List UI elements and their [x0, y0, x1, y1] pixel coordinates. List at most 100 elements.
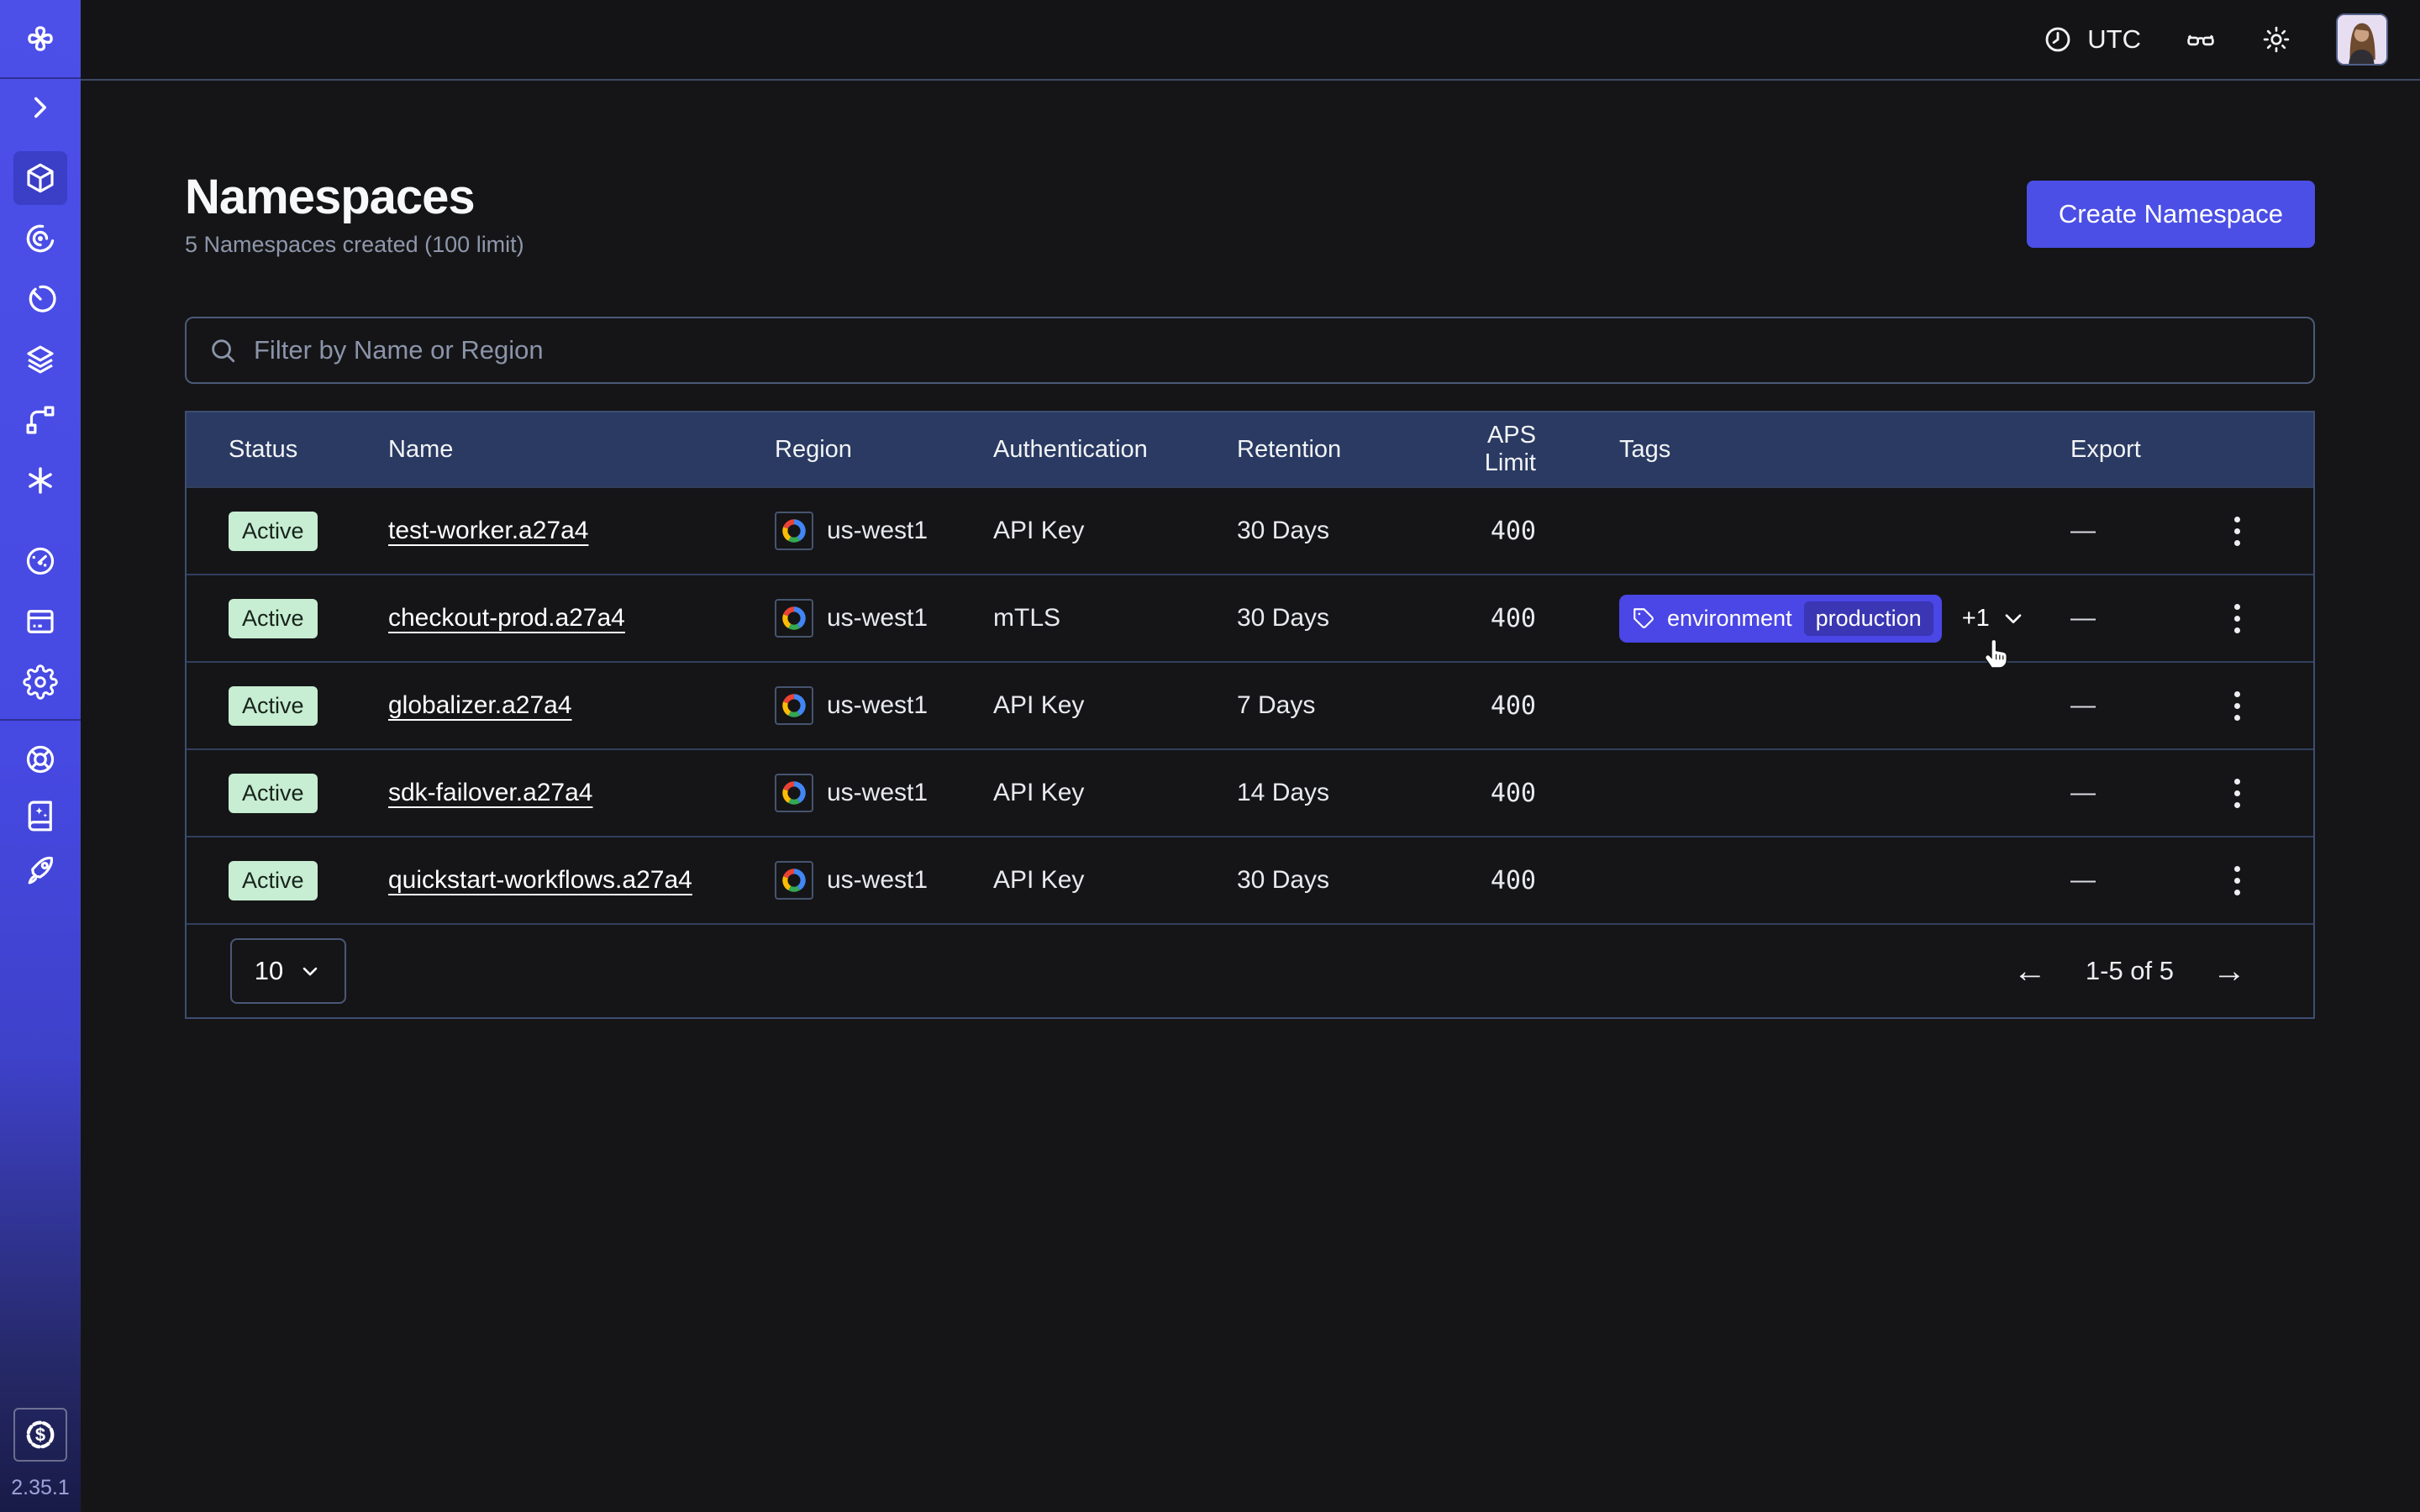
sidebar-item-monitors[interactable]: [13, 212, 67, 265]
namespace-link[interactable]: sdk-failover.a27a4: [388, 779, 593, 806]
row-menu-button[interactable]: [2220, 512, 2254, 551]
prev-page-button[interactable]: ←: [2013, 954, 2047, 988]
create-namespace-button[interactable]: Create Namespace: [2027, 181, 2315, 248]
tag-key: environment: [1667, 606, 1792, 632]
chevron-down-icon: [298, 959, 322, 983]
region-label: us-west1: [827, 691, 928, 720]
next-page-button[interactable]: →: [2212, 954, 2246, 988]
sidebar-divider: [0, 77, 81, 79]
filter-input[interactable]: [252, 334, 2291, 366]
namespace-link[interactable]: quickstart-workflows.a27a4: [388, 866, 692, 894]
timezone-label: UTC: [2087, 24, 2141, 55]
monitors-spiral-icon: [23, 221, 58, 256]
col-authentication: Authentication: [993, 436, 1237, 464]
gcp-icon: [775, 861, 813, 900]
export-value: —: [2070, 866, 2220, 895]
docs-book-icon: [23, 797, 58, 832]
col-name: Name: [388, 436, 775, 464]
content: Namespaces 5 Namespaces created (100 lim…: [81, 81, 2420, 1019]
main-area: UTC: [81, 0, 2420, 1512]
usage-gauge-icon: [23, 543, 58, 579]
sidebar-item-docs[interactable]: [13, 788, 67, 842]
tag-icon: [1633, 607, 1655, 630]
sidebar-item-usage[interactable]: [13, 534, 67, 588]
sidebar-item-deployments[interactable]: [13, 333, 67, 386]
table-row: Active checkout-prod.a27a4 us-west1 mTLS…: [187, 574, 2313, 661]
page-title: Namespaces: [185, 170, 524, 225]
aps-limit-value: 400: [1430, 517, 1536, 546]
sidebar-item-getting-started[interactable]: [13, 843, 67, 897]
table-row: Active globalizer.a27a4 us-west1 API Key…: [187, 661, 2313, 748]
chevron-right-icon: [23, 90, 58, 125]
tags-expand-button[interactable]: [2000, 605, 2027, 632]
tags-more-count[interactable]: +1: [1962, 605, 1990, 633]
page-range-label: 1-5 of 5: [2086, 956, 2174, 986]
table-row: Active quickstart-workflows.a27a4 us-wes…: [187, 836, 2313, 923]
sidebar-item-workflows[interactable]: [13, 393, 67, 447]
tags-cell: environment production +1: [1619, 595, 2070, 643]
gcp-icon: [775, 599, 813, 638]
retention-label: 14 Days: [1237, 779, 1430, 807]
region-label: us-west1: [827, 779, 928, 807]
clock-icon: [2042, 24, 2074, 55]
sidebar-item-support[interactable]: [13, 732, 67, 786]
sidebar-item-settings[interactable]: [13, 655, 67, 709]
sidebar-item-namespaces[interactable]: [13, 151, 67, 205]
col-status: Status: [229, 436, 388, 464]
aps-limit-value: 400: [1430, 604, 1536, 633]
auth-label: API Key: [993, 779, 1237, 807]
namespace-link[interactable]: globalizer.a27a4: [388, 691, 572, 719]
status-badge: Active: [229, 861, 318, 900]
namespaces-table: Status Name Region Authentication Retent…: [185, 411, 2315, 1019]
retention-label: 30 Days: [1237, 866, 1430, 895]
sidebar-item-nexus[interactable]: [13, 454, 67, 507]
region-label: us-west1: [827, 604, 928, 633]
table-row: Active test-worker.a27a4 us-west1 API Ke…: [187, 486, 2313, 574]
timezone-selector[interactable]: UTC: [2042, 24, 2141, 55]
chevron-down-icon: [2000, 605, 2027, 632]
table-footer: 10 ← 1-5 of 5 →: [187, 923, 2313, 1017]
aps-limit-value: 400: [1430, 779, 1536, 808]
temporal-logo[interactable]: [13, 12, 67, 66]
app-version: 2.35.1: [0, 1476, 81, 1500]
region-label: us-west1: [827, 517, 928, 545]
filter-bar: [185, 317, 2315, 384]
user-avatar[interactable]: [2336, 13, 2388, 66]
retention-label: 7 Days: [1237, 691, 1430, 720]
tag-chip[interactable]: environment production: [1619, 595, 1942, 643]
getting-started-rocket-icon: [23, 853, 58, 888]
temporal-cloud-app: $ 2.35.1 UTC: [0, 0, 2420, 1512]
page-subtitle: 5 Namespaces created (100 limit): [185, 232, 524, 258]
status-badge: Active: [229, 774, 318, 813]
sidebar-divider: [0, 719, 81, 721]
page-size-select[interactable]: 10: [230, 938, 346, 1004]
export-value: —: [2070, 779, 2220, 807]
sun-icon[interactable]: [2260, 24, 2292, 55]
settings-gear-icon: [23, 664, 58, 700]
schedules-timer-icon: [23, 281, 58, 317]
retention-label: 30 Days: [1237, 517, 1430, 545]
namespace-link[interactable]: checkout-prod.a27a4: [388, 604, 625, 632]
row-menu-button[interactable]: [2220, 599, 2254, 638]
col-export: Export: [2070, 436, 2220, 464]
sidebar-item-schedules[interactable]: [13, 272, 67, 326]
sidebar-expand-button[interactable]: [13, 81, 67, 134]
search-icon: [208, 336, 237, 365]
auth-label: API Key: [993, 517, 1237, 545]
pager: ← 1-5 of 5 →: [2013, 954, 2246, 988]
workflows-branch-icon: [23, 402, 58, 438]
row-menu-button[interactable]: [2220, 686, 2254, 726]
auth-label: API Key: [993, 691, 1237, 720]
sidebar-item-pricing[interactable]: $: [13, 1408, 67, 1462]
namespace-link[interactable]: test-worker.a27a4: [388, 517, 588, 544]
namespaces-cube-icon: [23, 160, 58, 196]
glasses-icon[interactable]: [2185, 24, 2217, 55]
sidebar: $ 2.35.1: [0, 0, 81, 1512]
row-menu-button[interactable]: [2220, 774, 2254, 813]
topbar: UTC: [81, 0, 2420, 81]
support-lifebuoy-icon: [23, 742, 58, 777]
sidebar-item-billing[interactable]: [13, 595, 67, 648]
row-menu-button[interactable]: [2220, 861, 2254, 900]
table-row: Active sdk-failover.a27a4 us-west1 API K…: [187, 748, 2313, 836]
gcp-icon: [775, 512, 813, 550]
